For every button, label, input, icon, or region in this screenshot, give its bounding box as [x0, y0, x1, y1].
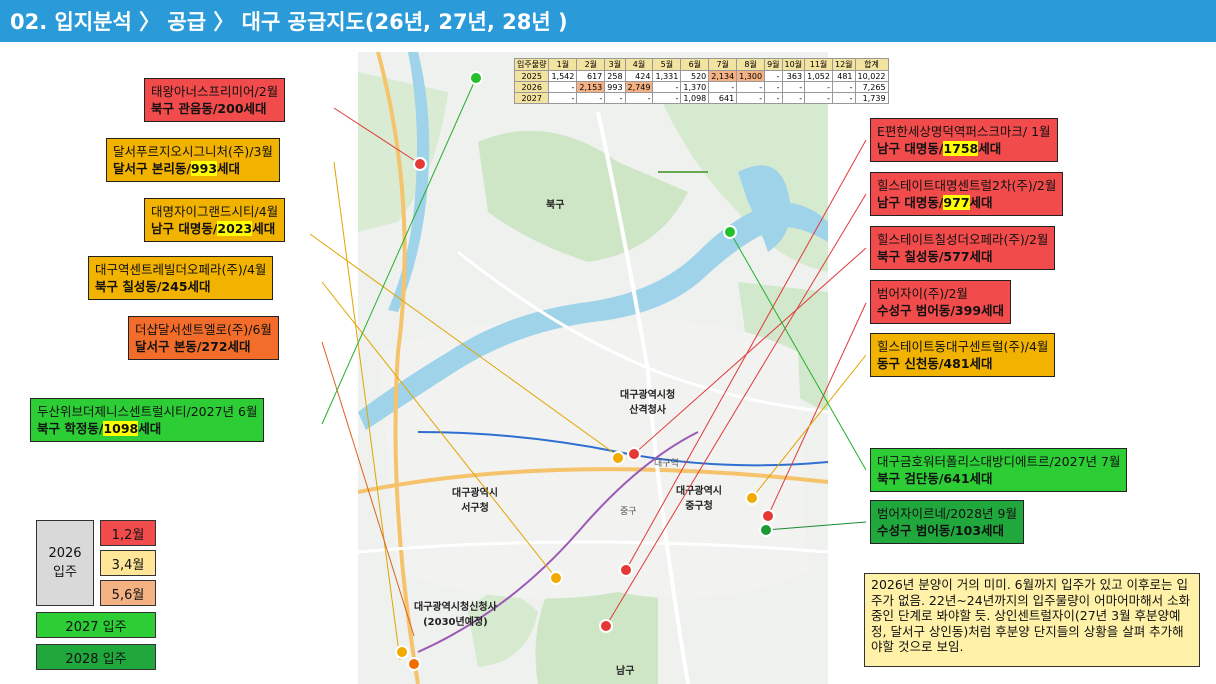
callout-detail: 북구 검단동/641세대	[877, 471, 993, 486]
callout-title: 대구역센트레빌더오페라(주)/4월	[95, 262, 267, 277]
map-marker-gold[interactable]	[549, 571, 563, 585]
callout-title: 범어자이르네/2028년 9월	[877, 506, 1017, 521]
callout-geumho-waterpolis[interactable]: 대구금호워터폴리스대방디에트르/2027년 7월 북구 검단동/641세대	[870, 448, 1128, 492]
map-marker-red[interactable]	[413, 157, 427, 171]
callout-title: 두산위브더제니스센트럴시티/2027년 6월	[37, 404, 258, 419]
callout-detail: 남구 대명동/1758세대	[877, 141, 1002, 156]
callout-daegu-station-centreville[interactable]: 대구역센트레빌더오페라(주)/4월 북구 칠성동/245세대	[88, 256, 274, 300]
map-marker-green[interactable]	[469, 71, 483, 85]
map-marker-green[interactable]	[723, 225, 737, 239]
legend-2028: 2028 입주	[36, 644, 156, 670]
callout-title: 범어자이(주)/2월	[877, 286, 968, 301]
callout-beomeo-xi[interactable]: 범어자이(주)/2월 수성구 범어동/399세대	[870, 280, 1012, 324]
callout-title: 달서푸르지오시그니처(주)/3월	[113, 144, 273, 159]
highlight-count: 2023	[217, 221, 253, 236]
callout-title: 힐스테이트대명센트럴2차(주)/2월	[877, 178, 1057, 193]
callout-detail: 수성구 범어동/103세대	[877, 523, 1005, 538]
highlight-count: 1098	[103, 421, 139, 436]
callout-title: 태왕아너스프리미어/2월	[151, 84, 279, 99]
callout-title: E편한세상명덕역퍼스크마크/ 1월	[877, 124, 1051, 139]
callout-detail: 북구 칠성동/577세대	[877, 249, 993, 264]
map-marker-red[interactable]	[599, 619, 613, 633]
legend-jan-feb: 1,2월	[100, 520, 156, 546]
callout-detail: 수성구 범어동/399세대	[877, 303, 1005, 318]
callout-e-pyunhan[interactable]: E편한세상명덕역퍼스크마크/ 1월 남구 대명동/1758세대	[870, 118, 1058, 162]
callout-hillstate-daemyeong[interactable]: 힐스테이트대명센트럴2차(주)/2월 남구 대명동/977세대	[870, 172, 1064, 216]
callout-taewang[interactable]: 태왕아너스프리미어/2월 북구 관음동/200세대	[144, 78, 286, 122]
callout-title: 더샵달서센트엘로(주)/6월	[135, 322, 272, 337]
callout-doosan-weve[interactable]: 두산위브더제니스센트럴시티/2027년 6월 북구 학정동/1098세대	[30, 398, 265, 442]
analysis-note: 2026년 분양이 거의 미미. 6월까지 입주가 있고 이후로는 입주가 없음…	[864, 573, 1200, 667]
map-marker-gold[interactable]	[745, 491, 759, 505]
map-marker-orange[interactable]	[407, 657, 421, 671]
callout-detail: 북구 학정동/1098세대	[37, 421, 162, 436]
callout-detail: 남구 대명동/977세대	[877, 195, 993, 210]
legend-2027: 2027 입주	[36, 612, 156, 638]
callout-hillstate-chilseong[interactable]: 힐스테이트칠성더오페라(주)/2월 북구 칠성동/577세대	[870, 226, 1056, 270]
callout-hillstate-dongdaegu[interactable]: 힐스테이트동대구센트럴(주)/4월 동구 신천동/481세대	[870, 333, 1056, 377]
highlight-count: 1758	[943, 141, 979, 156]
callout-title: 대구금호워터폴리스대방디에트르/2027년 7월	[877, 454, 1121, 469]
callout-detail: 동구 신천동/481세대	[877, 356, 993, 371]
callout-title: 힐스테이트동대구센트럴(주)/4월	[877, 339, 1049, 354]
callout-daemyeong-xi[interactable]: 대명자이그랜드시티/4월 남구 대명동/2023세대	[144, 198, 286, 242]
map-marker-red[interactable]	[619, 563, 633, 577]
callout-title: 대명자이그랜드시티/4월	[151, 204, 279, 219]
callout-detail: 달서구 본동/272세대	[135, 339, 251, 354]
map-marker-dark-green[interactable]	[759, 523, 773, 537]
callout-title: 힐스테이트칠성더오페라(주)/2월	[877, 232, 1049, 247]
callout-detail: 남구 대명동/2023세대	[151, 221, 276, 236]
map-marker-red[interactable]	[627, 447, 641, 461]
highlight-count: 977	[943, 195, 970, 210]
callout-dalseo-prugio[interactable]: 달서푸르지오시그니처(주)/3월 달서구 본리동/993세대	[106, 138, 280, 182]
legend-mar-apr: 3,4월	[100, 550, 156, 576]
highlight-count: 993	[190, 161, 218, 176]
map-marker-red[interactable]	[761, 509, 775, 523]
legend-may-jun: 5,6월	[100, 580, 156, 606]
map-marker-gold[interactable]	[611, 451, 625, 465]
map-marker-gold[interactable]	[395, 645, 409, 659]
callout-detail: 북구 칠성동/245세대	[95, 279, 211, 294]
callout-thesharp-dalseo[interactable]: 더샵달서센트엘로(주)/6월 달서구 본동/272세대	[128, 316, 279, 360]
callout-detail: 달서구 본리동/993세대	[113, 161, 241, 176]
legend-2026: 2026 입주	[36, 520, 94, 606]
callout-detail: 북구 관음동/200세대	[151, 101, 267, 116]
callout-beomeo-xi-reune[interactable]: 범어자이르네/2028년 9월 수성구 범어동/103세대	[870, 500, 1024, 544]
